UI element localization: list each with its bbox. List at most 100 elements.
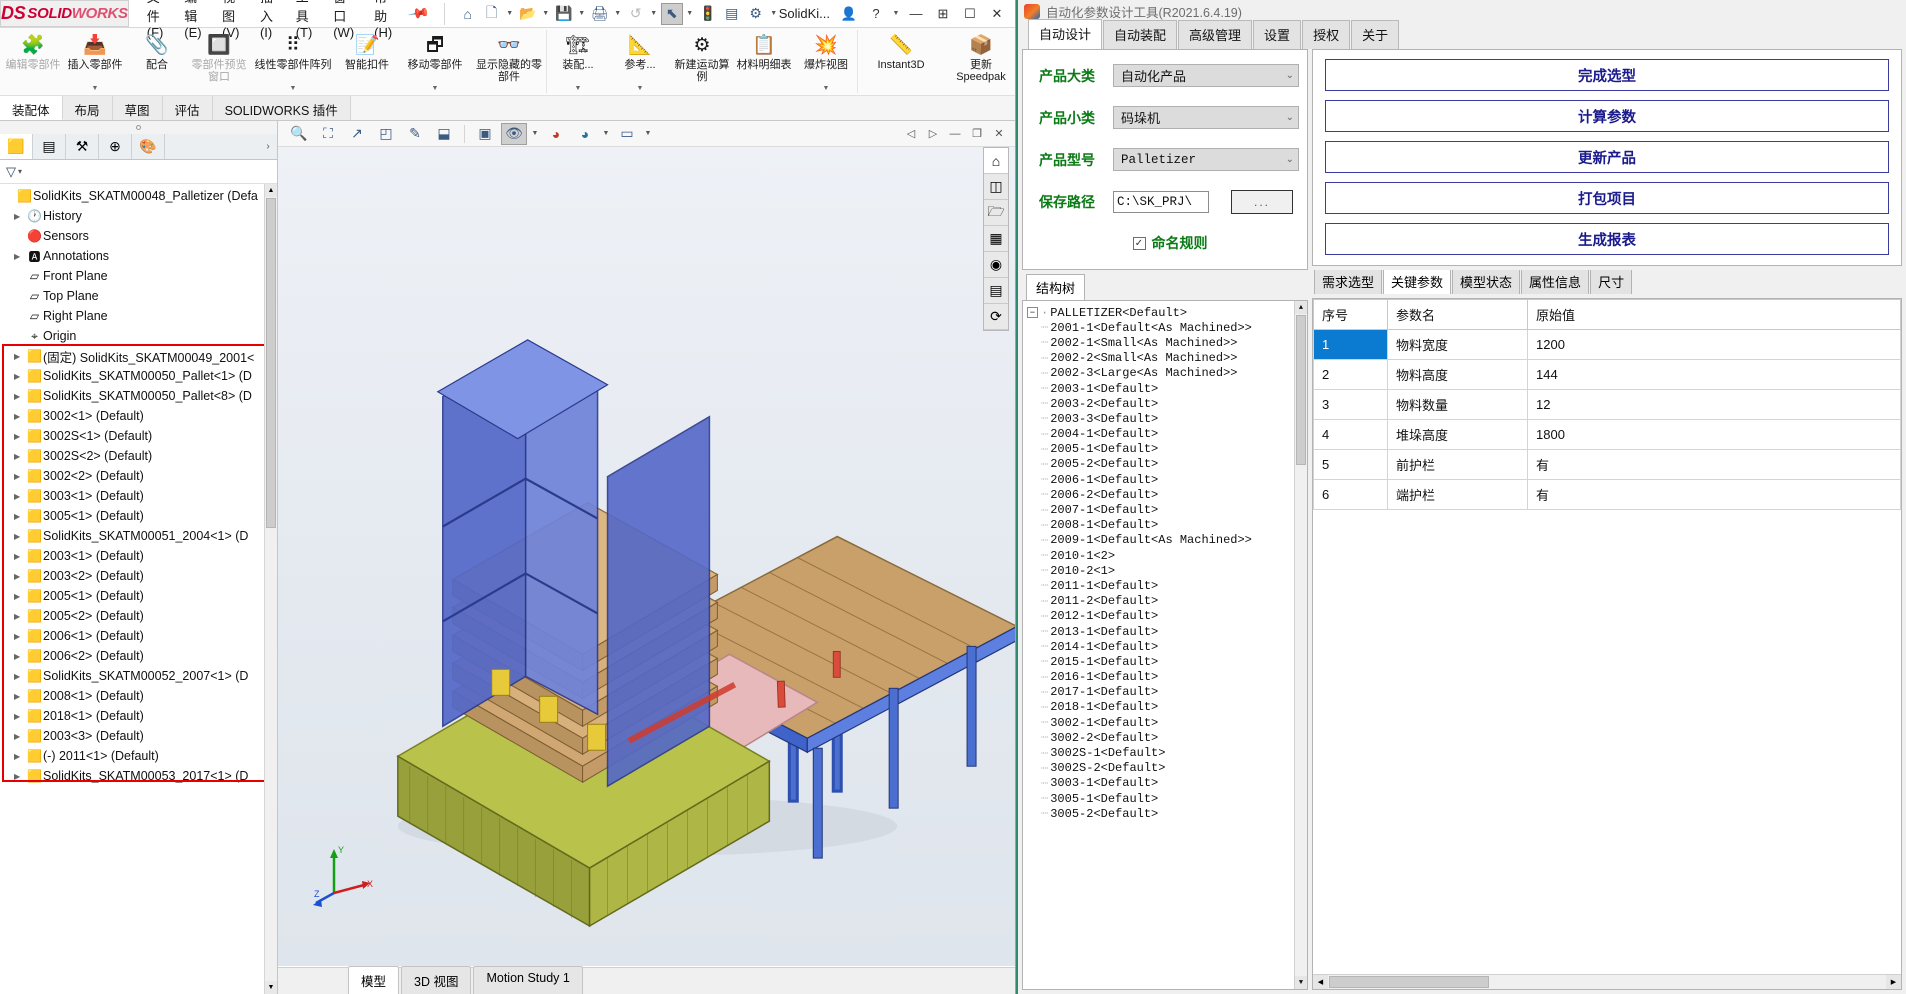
table-row[interactable]: 5 前护栏有: [1313, 449, 1901, 480]
tree-node[interactable]: ▶ 🟨 2006<2> (Default): [0, 646, 277, 666]
display-style-icon[interactable]: ▣: [472, 123, 498, 145]
structure-tree-node[interactable]: 2005-1<Default>: [1027, 442, 1307, 457]
tab-evaluate[interactable]: 评估: [162, 96, 213, 120]
ribbon-move-component[interactable]: 🗗 移动零部件 ▼: [398, 30, 472, 93]
tab-auto-assembly[interactable]: 自动装配: [1103, 20, 1178, 49]
cell-original-value[interactable]: 有: [1527, 479, 1901, 510]
chevron-right-icon[interactable]: ▶: [14, 632, 26, 641]
naming-rule-checkbox[interactable]: ✓: [1132, 236, 1146, 250]
model-viewport[interactable]: Y X Z: [278, 147, 1015, 966]
doc-tab-model[interactable]: 模型: [348, 966, 400, 994]
structure-tree-scrollbar[interactable]: ▲ ▼: [1294, 301, 1307, 989]
structure-tree-node[interactable]: 3002-2<Default>: [1027, 730, 1307, 745]
chevron-right-icon[interactable]: ▶: [14, 472, 26, 481]
structure-tree-node[interactable]: 2015-1<Default>: [1027, 654, 1307, 669]
structure-tree-node[interactable]: 3003-1<Default>: [1027, 776, 1307, 791]
structure-tree-node[interactable]: 2011-1<Default>: [1027, 578, 1307, 593]
undo-icon[interactable]: ↺: [625, 3, 647, 25]
tree-node[interactable]: ▶ 🟨 (固定) SolidKits_SKATM00049_2001<: [0, 346, 277, 366]
chevron-right-icon[interactable]: ▶: [14, 252, 26, 261]
view-appearance-icon[interactable]: ◉: [984, 252, 1008, 278]
structure-tree-root[interactable]: − · PALLETIZER<Default>: [1027, 305, 1307, 320]
chevron-right-icon[interactable]: ▶: [14, 692, 26, 701]
tree-node[interactable]: ▶ 🟨 SolidKits_SKATM00050_Pallet<8> (D: [0, 386, 277, 406]
tree-node[interactable]: ▱ Front Plane: [0, 266, 277, 286]
ribbon-component-preview[interactable]: 🔲 零部件预览窗口: [188, 30, 250, 93]
update-product-button[interactable]: 更新产品: [1325, 141, 1889, 173]
tab-layout[interactable]: 布局: [62, 96, 113, 120]
structure-tree-node[interactable]: 3002S-2<Default>: [1027, 761, 1307, 776]
structure-tree-node[interactable]: 2017-1<Default>: [1027, 685, 1307, 700]
cell-index[interactable]: 6: [1313, 479, 1388, 510]
cell-param-name[interactable]: 物料宽度: [1387, 329, 1528, 360]
rotate-view-icon[interactable]: ↗: [344, 123, 370, 145]
view-folder-icon[interactable]: 🗁: [984, 200, 1008, 226]
chevron-right-icon[interactable]: ▶: [14, 552, 26, 561]
minimize-button[interactable]: —: [904, 3, 928, 25]
previous-view-icon[interactable]: ◰: [373, 123, 399, 145]
cell-param-name[interactable]: 前护栏: [1387, 449, 1528, 480]
chevron-right-icon[interactable]: ▶: [14, 512, 26, 521]
ribbon-linear-pattern[interactable]: ⠿ 线性零部件阵列 ▼: [250, 30, 336, 93]
tree-node[interactable]: ▶ 🟨 3005<1> (Default): [0, 506, 277, 526]
close-button[interactable]: ✕: [985, 3, 1009, 25]
tab-advanced-management[interactable]: 高级管理: [1178, 20, 1253, 49]
cell-param-name[interactable]: 端护栏: [1387, 479, 1528, 510]
dimxpert-manager-tab[interactable]: ⊕: [99, 134, 132, 159]
apply-scene-icon[interactable]: ◕: [572, 123, 598, 145]
cell-index[interactable]: 3: [1313, 389, 1388, 420]
view-refresh-icon[interactable]: ⟳: [984, 304, 1008, 330]
select-product-model[interactable]: Palletizer ⌄: [1113, 148, 1299, 171]
ribbon-smart-fasteners[interactable]: 📝 智能扣件: [336, 30, 398, 93]
pin-icon[interactable]: 📌: [407, 2, 431, 26]
tile-left-button[interactable]: ◁: [901, 124, 921, 144]
chevron-down-icon[interactable]: ▼: [575, 85, 582, 93]
chevron-down-icon[interactable]: ▼: [290, 85, 297, 93]
chevron-right-icon[interactable]: ▶: [14, 432, 26, 441]
tab-assembly[interactable]: 装配体: [0, 96, 63, 120]
finish-selection-button[interactable]: 完成选型: [1325, 59, 1889, 91]
hscrollbar-thumb[interactable]: [1329, 976, 1489, 988]
cell-param-name[interactable]: 物料高度: [1387, 359, 1528, 390]
table-row[interactable]: 4 堆垛高度 1800: [1313, 419, 1901, 450]
tab-structure-tree[interactable]: 结构树: [1026, 274, 1086, 300]
scrollbar-thumb[interactable]: [266, 198, 276, 528]
parameter-table-hscrollbar[interactable]: ◀ ▶: [1313, 974, 1901, 989]
rebuild-status-icon[interactable]: 🚦: [697, 3, 719, 25]
cell-original-value[interactable]: 1800: [1527, 419, 1901, 450]
chevron-right-icon[interactable]: ▶: [14, 572, 26, 581]
chevron-right-icon[interactable]: ▶: [14, 352, 26, 361]
ribbon-bill-of-materials[interactable]: 📋 材料明细表: [733, 30, 795, 93]
tree-node[interactable]: ▱ Right Plane: [0, 306, 277, 326]
structure-tree-node[interactable]: 2003-2<Default>: [1027, 396, 1307, 411]
scroll-up-icon[interactable]: ▲: [265, 184, 277, 197]
ribbon-show-hidden[interactable]: 👓 显示隐藏的零部件: [472, 30, 546, 93]
home-icon[interactable]: ⌂: [457, 3, 479, 25]
chevron-right-icon[interactable]: ▶: [14, 412, 26, 421]
tree-node[interactable]: ▶ 🟨 2003<3> (Default): [0, 726, 277, 746]
chevron-right-icon[interactable]: ▶: [14, 532, 26, 541]
chevron-right-icon[interactable]: ▶: [14, 672, 26, 681]
structure-tree-node[interactable]: 3002-1<Default>: [1027, 715, 1307, 730]
chevron-right-icon[interactable]: ▶: [14, 772, 26, 781]
structure-tree-node[interactable]: 2005-2<Default>: [1027, 457, 1307, 472]
chevron-right-icon[interactable]: ›: [259, 134, 277, 159]
help-icon[interactable]: ?: [864, 3, 888, 25]
package-project-button[interactable]: 打包项目: [1325, 182, 1889, 214]
tab-license[interactable]: 授权: [1302, 20, 1351, 49]
tree-node[interactable]: ▶ 🟨 3002<2> (Default): [0, 466, 277, 486]
ribbon-new-motion-study[interactable]: ⚙ 新建运动算例: [671, 30, 733, 93]
chevron-right-icon[interactable]: ▶: [14, 492, 26, 501]
cell-param-name[interactable]: 物料数量: [1387, 389, 1528, 420]
structure-tree-node[interactable]: 2006-2<Default>: [1027, 487, 1307, 502]
structure-tree-node[interactable]: 2012-1<Default>: [1027, 609, 1307, 624]
graphics-restore-button[interactable]: ❐: [967, 124, 987, 144]
collapse-icon[interactable]: −: [1027, 307, 1038, 319]
scrollbar-thumb[interactable]: [1296, 315, 1306, 465]
ribbon-edit-component[interactable]: 🧩 编辑零部件: [2, 30, 64, 93]
zoom-to-fit-icon[interactable]: 🔍: [286, 123, 312, 145]
chevron-right-icon[interactable]: ▶: [14, 712, 26, 721]
structure-tree-node[interactable]: 2013-1<Default>: [1027, 624, 1307, 639]
structure-tree-node[interactable]: 2003-1<Default>: [1027, 381, 1307, 396]
chevron-down-icon[interactable]: ▼: [92, 85, 99, 93]
